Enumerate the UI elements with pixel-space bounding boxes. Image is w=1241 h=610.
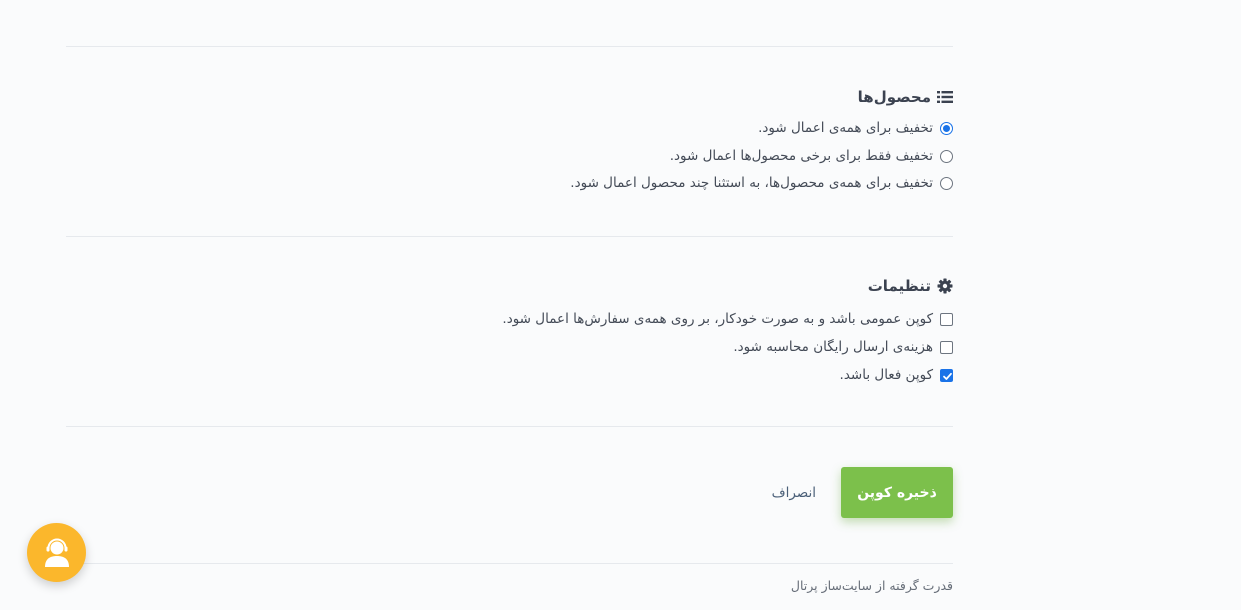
option-label: تخفیف برای همه‌ی اعمال شود. (758, 120, 933, 136)
gear-icon (937, 278, 953, 294)
public-coupon-checkbox[interactable] (940, 312, 953, 326)
settings-section-title: تنظیمات (868, 277, 953, 295)
option-label: تخفیف فقط برای برخی محصول‌ها اعمال شود. (669, 148, 933, 164)
products-section-title: محصول‌ها (858, 88, 953, 106)
divider (66, 236, 953, 237)
option-label: هزینه‌ی ارسال رایگان محاسبه شود. (733, 339, 933, 355)
settings-option-active[interactable]: کوپن فعال باشد. (840, 367, 953, 383)
divider (66, 46, 953, 47)
settings-title-label: تنظیمات (867, 277, 931, 295)
active-coupon-checkbox[interactable] (940, 368, 953, 382)
products-option-some[interactable]: تخفیف فقط برای برخی محصول‌ها اعمال شود. (670, 148, 953, 164)
option-label: تخفیف برای همه‌ی محصول‌ها، به استثنا چند… (570, 175, 933, 191)
settings-option-free-shipping[interactable]: هزینه‌ی ارسال رایگان محاسبه شود. (733, 339, 953, 355)
user-support-icon (44, 538, 69, 567)
products-radio-some[interactable] (940, 149, 953, 163)
option-label: کوپن فعال باشد. (839, 367, 933, 383)
check-icon (943, 372, 952, 380)
settings-option-public[interactable]: کوپن عمومی باشد و به صورت خودکار، بر روی… (502, 311, 953, 327)
powered-by-text[interactable]: قدرت گرفته از سایت‌ساز پرتال (791, 578, 953, 593)
free-shipping-checkbox[interactable] (940, 340, 953, 354)
save-coupon-button[interactable]: ذخیره کوپن (841, 467, 953, 518)
products-radio-except[interactable] (940, 176, 953, 190)
cancel-link[interactable]: انصراف (772, 485, 816, 501)
products-title-label: محصول‌ها (857, 88, 931, 106)
option-label: کوپن عمومی باشد و به صورت خودکار، بر روی… (502, 311, 933, 327)
coupon-form: محصول‌ها تخفیف برای همه‌ی اعمال شود. تخف… (66, 0, 953, 610)
products-option-all[interactable]: تخفیف برای همه‌ی اعمال شود. (758, 120, 953, 136)
divider (66, 426, 953, 427)
support-chat-button[interactable] (27, 523, 86, 582)
list-icon (937, 89, 953, 105)
products-option-except[interactable]: تخفیف برای همه‌ی محصول‌ها، به استثنا چند… (570, 175, 953, 191)
divider (66, 563, 953, 564)
products-radio-all[interactable] (940, 121, 953, 135)
